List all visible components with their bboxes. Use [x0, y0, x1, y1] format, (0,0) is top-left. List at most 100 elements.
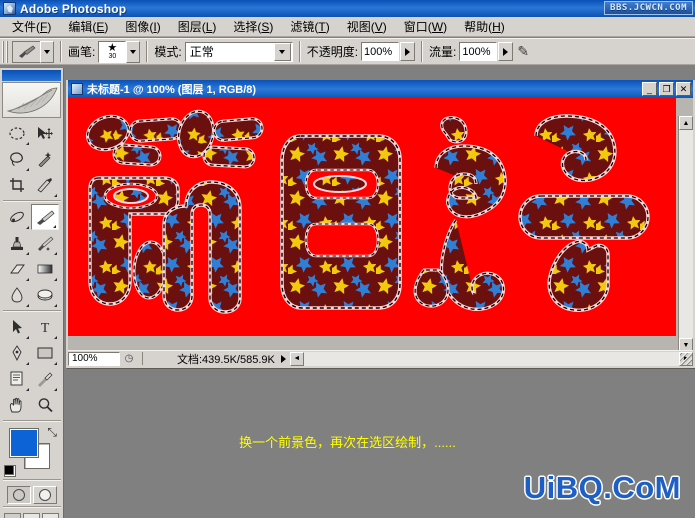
menu-filter-paren: ): [325, 20, 330, 34]
zoom-tool[interactable]: [31, 392, 59, 418]
standard-screen-mode[interactable]: [4, 513, 21, 518]
airbrush-icon[interactable]: ✎: [517, 43, 529, 60]
canvas-viewport: ▲ ▼: [68, 98, 693, 354]
menu-image[interactable]: 图像(I): [117, 16, 169, 37]
opacity-slider-button[interactable]: [400, 42, 416, 61]
blur-tool[interactable]: [3, 282, 31, 308]
menu-edit[interactable]: 编辑(E): [60, 16, 117, 37]
crop-tool[interactable]: [3, 172, 31, 198]
healing-brush-tool[interactable]: [3, 204, 31, 230]
magic-wand-icon: [38, 152, 52, 167]
flyout-triangle-icon: [26, 278, 29, 281]
options-bar-grip[interactable]: [2, 40, 9, 63]
blend-mode-select[interactable]: 正常: [184, 41, 293, 62]
flyout-triangle-icon: [26, 168, 29, 171]
maximize-button[interactable]: ❐: [659, 82, 674, 96]
menu-select[interactable]: 选择(S): [225, 16, 282, 37]
menu-help[interactable]: 帮助(H): [456, 16, 514, 37]
brush-preset-preview[interactable]: ★ 30: [98, 40, 127, 63]
hand-tool[interactable]: [3, 392, 31, 418]
flyout-triangle-icon: [54, 388, 57, 391]
menu-filter-mnemonic: T: [318, 20, 326, 34]
menu-view[interactable]: 视图(V): [339, 16, 396, 37]
minimize-button[interactable]: _: [642, 82, 657, 96]
full-screen-menubar-mode[interactable]: [23, 513, 40, 518]
history-brush-tool[interactable]: [31, 230, 59, 256]
menu-window-mnemonic: W: [431, 20, 444, 34]
tool-preset-dropdown[interactable]: [40, 40, 54, 63]
flyout-triangle-icon: [54, 336, 57, 339]
slice-tool[interactable]: [31, 172, 59, 198]
opacity-input[interactable]: 100%: [361, 42, 400, 61]
clone-stamp-icon: [11, 237, 23, 250]
crop-icon: [10, 178, 24, 192]
menu-filter[interactable]: 滤镜(T): [282, 16, 338, 37]
bbs-watermark: BBS.JCWCN.COM: [604, 1, 693, 15]
document-titlebar[interactable]: 未标题-1 @ 100% (图层 1, RGB/8) _ ❐ ✕: [68, 80, 693, 98]
status-menu-arrow-icon[interactable]: [280, 354, 286, 363]
quick-mask-mode[interactable]: [32, 486, 57, 504]
menu-view-label: 视图(: [346, 20, 375, 34]
dashed-ellipse-icon: [9, 126, 25, 140]
menu-file[interactable]: 文件(F): [4, 16, 60, 37]
eyedropper-tool[interactable]: [31, 366, 59, 392]
flow-slider-button[interactable]: [498, 42, 514, 61]
hscroll-left-button[interactable]: ◄: [289, 351, 304, 366]
marquee-tool[interactable]: [3, 120, 31, 146]
lasso-tool[interactable]: [3, 146, 31, 172]
menu-window[interactable]: 窗口(W): [396, 16, 456, 37]
path-selection-tool[interactable]: [3, 314, 31, 340]
scroll-up-button[interactable]: ▲: [679, 116, 693, 130]
eraser-tool[interactable]: [3, 256, 31, 282]
zoom-level-input[interactable]: 100%: [68, 351, 120, 366]
lasso-icon: [10, 152, 23, 167]
status-separator: [142, 352, 143, 365]
flyout-triangle-icon: [54, 252, 57, 255]
menu-window-paren: ): [443, 20, 448, 34]
vertical-scroll-track[interactable]: [679, 130, 693, 338]
gradient-tool[interactable]: [31, 256, 59, 282]
tool-divider: [3, 310, 61, 312]
chevron-right-icon: [405, 47, 411, 56]
history-brush-icon: [38, 236, 54, 251]
full-screen-mode[interactable]: [42, 513, 59, 518]
flyout-triangle-icon: [26, 142, 29, 145]
move-tool[interactable]: [31, 120, 59, 146]
menu-layer[interactable]: 图层(L): [170, 16, 226, 37]
menu-image-paren: ): [156, 20, 161, 34]
star-brush-icon: ★: [107, 41, 118, 54]
flyout-triangle-icon: [26, 336, 29, 339]
photoshop-feather-icon: [3, 2, 16, 15]
magic-wand-tool[interactable]: [31, 146, 59, 172]
dodge-tool[interactable]: [31, 282, 59, 308]
tool-divider: [3, 506, 61, 508]
horizontal-scroll-track[interactable]: [303, 351, 679, 366]
healing-brush-icon: [10, 211, 24, 223]
toolbox-titlebar[interactable]: [2, 70, 61, 81]
flow-input[interactable]: 100%: [459, 42, 498, 61]
tool-grid-2: [0, 204, 63, 308]
blend-mode-dropdown-arrow[interactable]: [273, 42, 291, 61]
notes-tool[interactable]: [3, 366, 31, 392]
menu-edit-label: 编辑(: [68, 20, 97, 34]
image-canvas[interactable]: [68, 98, 676, 336]
flyout-triangle-icon: [26, 304, 29, 307]
brush-tool[interactable]: [31, 204, 59, 230]
flyout-triangle-icon: [54, 278, 57, 281]
shape-tool[interactable]: [31, 340, 59, 366]
clone-stamp-tool[interactable]: [3, 230, 31, 256]
menu-view-mnemonic: V: [374, 20, 383, 34]
type-tool[interactable]: T: [31, 314, 59, 340]
close-button[interactable]: ✕: [676, 82, 691, 96]
active-tool-preview[interactable]: [12, 40, 40, 63]
flyout-triangle-icon: [54, 194, 57, 197]
flyout-triangle-icon: [26, 388, 29, 391]
brush-preset-dropdown[interactable]: [126, 40, 141, 63]
pen-nib-icon: [12, 345, 22, 361]
standard-mask-mode[interactable]: [6, 486, 31, 504]
window-resize-grip[interactable]: [680, 353, 692, 365]
pen-tool[interactable]: [3, 340, 31, 366]
canvas-vertical-scrollbar[interactable]: ▲ ▼: [678, 116, 693, 354]
document-size-label: 文档:439.5K/585.9K: [177, 353, 275, 366]
default-colors-icon[interactable]: [4, 465, 16, 477]
